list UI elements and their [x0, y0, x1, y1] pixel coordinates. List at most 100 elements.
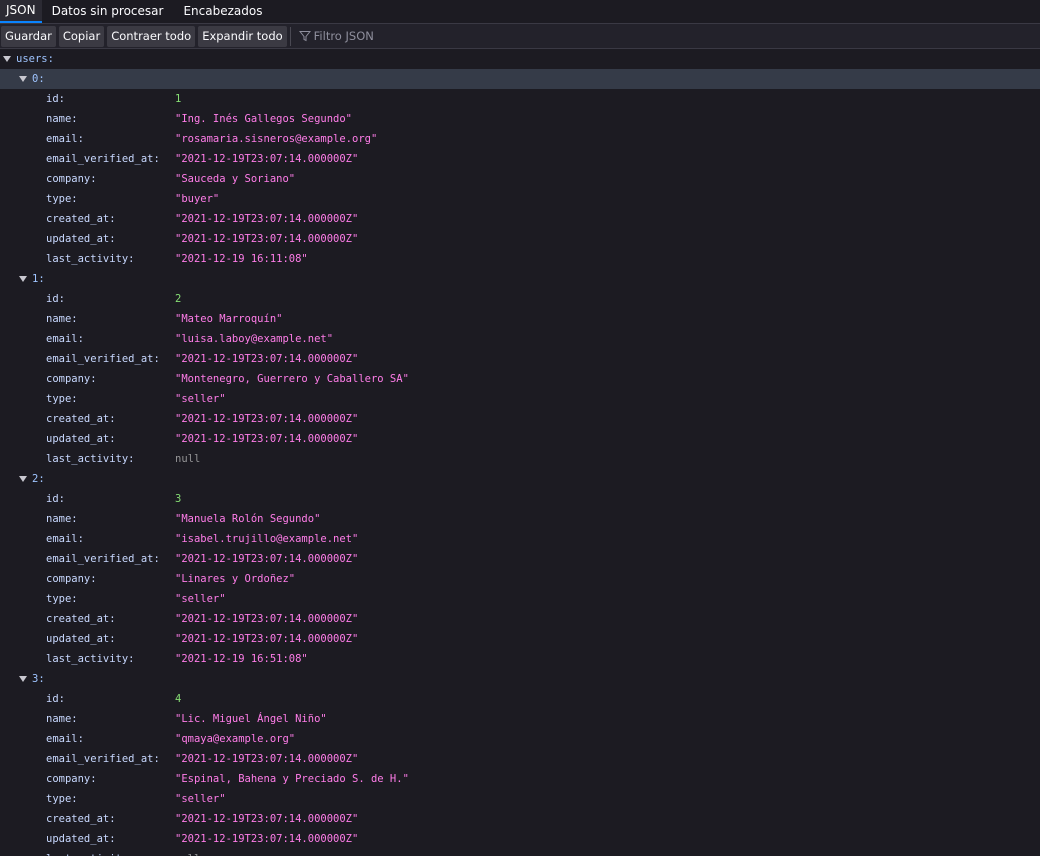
tree-row-field[interactable]: name: "Ing. Inés Gallegos Segundo"	[0, 109, 1040, 129]
tree-row-field[interactable]: updated_at: "2021-12-19T23:07:14.000000Z"	[0, 429, 1040, 449]
field-key: updated_at:	[46, 833, 116, 845]
field-key: email:	[46, 333, 84, 345]
tree-row-field[interactable]: company: "Linares y Ordoñez"	[0, 569, 1040, 589]
tree-key: users:	[16, 53, 54, 65]
tree-row-field[interactable]: type: "buyer"	[0, 189, 1040, 209]
tree-row-field[interactable]: created_at: "2021-12-19T23:07:14.000000Z"	[0, 609, 1040, 629]
tree-row-field[interactable]: id: 3	[0, 489, 1040, 509]
field-key: last_activity:	[46, 253, 135, 265]
field-key: id:	[46, 493, 65, 505]
tree-row-user-0[interactable]: 0:	[0, 69, 1040, 89]
field-key: email:	[46, 533, 84, 545]
tree-row-field[interactable]: last_activity: "2021-12-19 16:11:08"	[0, 249, 1040, 269]
field-value: 4	[175, 693, 182, 705]
tree-row-field[interactable]: name: "Mateo Marroquín"	[0, 309, 1040, 329]
expand-all-button[interactable]: Expandir todo	[198, 25, 287, 47]
tree-row-user-1[interactable]: 1:	[0, 269, 1040, 289]
tab-raw-data[interactable]: Datos sin procesar	[42, 0, 174, 23]
field-key: created_at:	[46, 413, 116, 425]
field-value: "buyer"	[175, 193, 220, 205]
tree-row-field[interactable]: company: "Sauceda y Soriano"	[0, 169, 1040, 189]
field-value: "Sauceda y Soriano"	[175, 173, 296, 185]
field-key: name:	[46, 713, 78, 725]
field-value: "2021-12-19T23:07:14.000000Z"	[175, 153, 359, 165]
field-value: "2021-12-19T23:07:14.000000Z"	[175, 233, 359, 245]
filter-json-input[interactable]	[313, 29, 484, 43]
tree-row-field[interactable]: email: "luisa.laboy@example.net"	[0, 329, 1040, 349]
triangle-down-icon[interactable]	[19, 75, 27, 82]
field-value: "2021-12-19T23:07:14.000000Z"	[175, 353, 359, 365]
field-key: created_at:	[46, 213, 116, 225]
tree-row-field[interactable]: type: "seller"	[0, 589, 1040, 609]
field-key: email:	[46, 133, 84, 145]
field-value: "Ing. Inés Gallegos Segundo"	[175, 113, 353, 125]
field-value: 3	[175, 493, 182, 505]
field-key: company:	[46, 773, 97, 785]
tree-row-field[interactable]: updated_at: "2021-12-19T23:07:14.000000Z"	[0, 629, 1040, 649]
triangle-down-icon[interactable]	[19, 275, 27, 282]
tree-row-field[interactable]: id: 1	[0, 89, 1040, 109]
tree-row-field[interactable]: created_at: "2021-12-19T23:07:14.000000Z"	[0, 809, 1040, 829]
tree-row-users[interactable]: users:	[0, 49, 1040, 69]
tree-row-field[interactable]: email_verified_at: "2021-12-19T23:07:14.0…	[0, 549, 1040, 569]
field-key: email_verified_at:	[46, 753, 160, 765]
field-key: last_activity:	[46, 849, 175, 856]
tree-row-field[interactable]: email_verified_at: "2021-12-19T23:07:14.0…	[0, 749, 1040, 769]
field-key: name:	[46, 313, 78, 325]
filter-box[interactable]	[294, 26, 499, 47]
triangle-down-icon[interactable]	[19, 675, 27, 682]
tree-row-user-2[interactable]: 2:	[0, 469, 1040, 489]
tree-row-field[interactable]: id: 2	[0, 289, 1040, 309]
tree-row-field[interactable]: type: "seller"	[0, 389, 1040, 409]
json-viewer: JSON Datos sin procesar Encabezados Guar…	[0, 0, 1040, 856]
field-value: "luisa.laboy@example.net"	[175, 333, 334, 345]
field-value: "2021-12-19T23:07:14.000000Z"	[175, 833, 359, 845]
field-value: "seller"	[175, 593, 226, 605]
field-key: email_verified_at:	[46, 353, 160, 365]
field-key: last_activity:	[46, 453, 135, 465]
tree-index-key: 3:	[32, 673, 45, 685]
tree-row-field[interactable]: created_at: "2021-12-19T23:07:14.000000Z"	[0, 409, 1040, 429]
tree-row-field[interactable]: company: "Montenegro, Guerrero y Caballer…	[0, 369, 1040, 389]
field-value: "Mateo Marroquín"	[175, 313, 283, 325]
field-value: 2	[175, 293, 182, 305]
field-value: "2021-12-19T23:07:14.000000Z"	[175, 813, 359, 825]
tree-row-field[interactable]: email_verified_at: "2021-12-19T23:07:14.0…	[0, 149, 1040, 169]
tree-row-field[interactable]: name: "Lic. Miguel Ángel Niño"	[0, 709, 1040, 729]
tree-row-field[interactable]: email_verified_at: "2021-12-19T23:07:14.0…	[0, 349, 1040, 369]
field-key: type:	[46, 593, 78, 605]
field-value: "2021-12-19T23:07:14.000000Z"	[175, 613, 359, 625]
collapse-all-button[interactable]: Contraer todo	[107, 25, 196, 47]
tree-row-field[interactable]: last_activity:null	[0, 449, 1040, 469]
field-key: company:	[46, 173, 97, 185]
field-key: id:	[46, 693, 65, 705]
tree-index-key: 2:	[32, 473, 45, 485]
save-button[interactable]: Guardar	[1, 25, 56, 47]
field-key: last_activity:	[46, 653, 135, 665]
field-value: "rosamaria.sisneros@example.org"	[175, 133, 378, 145]
tree-row-user-3[interactable]: 3:	[0, 669, 1040, 689]
tab-json[interactable]: JSON	[0, 0, 42, 23]
tree-row-field[interactable]: created_at: "2021-12-19T23:07:14.000000Z"	[0, 209, 1040, 229]
field-value: "seller"	[175, 793, 226, 805]
tree-row-field[interactable]: company: "Espinal, Bahena y Preciado S. d…	[0, 769, 1040, 789]
triangle-down-icon[interactable]	[19, 475, 27, 482]
tree-row-field[interactable]: last_activity:null	[0, 849, 1040, 856]
tree-row-field[interactable]: email: "isabel.trujillo@example.net"	[0, 529, 1040, 549]
tree-row-field[interactable]: type: "seller"	[0, 789, 1040, 809]
field-key: email_verified_at:	[46, 153, 160, 165]
tree-row-field[interactable]: id: 4	[0, 689, 1040, 709]
field-value: "2021-12-19T23:07:14.000000Z"	[175, 213, 359, 225]
tree-row-field[interactable]: updated_at: "2021-12-19T23:07:14.000000Z"	[0, 229, 1040, 249]
tree-row-field[interactable]: name: "Manuela Rolón Segundo"	[0, 509, 1040, 529]
field-key: created_at:	[46, 813, 116, 825]
tree-row-field[interactable]: email: "rosamaria.sisneros@example.org"	[0, 129, 1040, 149]
tree-row-field[interactable]: email: "qmaya@example.org"	[0, 729, 1040, 749]
tab-headers[interactable]: Encabezados	[173, 0, 272, 23]
json-tree: users: 0: id: 1 name: "Ing. Inés Gallegos Se…	[0, 49, 1040, 856]
tree-row-field[interactable]: last_activity: "2021-12-19 16:51:08"	[0, 649, 1040, 669]
triangle-down-icon[interactable]	[3, 55, 11, 62]
field-key: company:	[46, 573, 97, 585]
tree-row-field[interactable]: updated_at: "2021-12-19T23:07:14.000000Z"	[0, 829, 1040, 849]
copy-button[interactable]: Copiar	[58, 25, 105, 47]
